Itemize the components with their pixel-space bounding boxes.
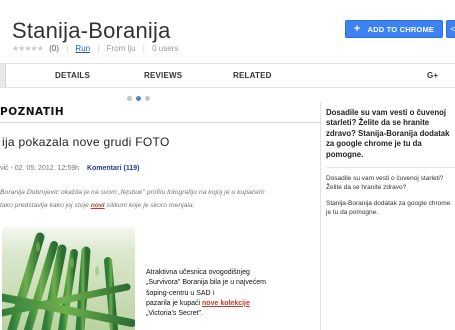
excerpt-line1: Boranija Dobrojević okačila je na svom „… — [0, 189, 265, 196]
carousel-dots — [127, 96, 150, 101]
plus-icon: + — [353, 23, 361, 35]
tab-bar: DETAILS REVIEWS RELATED G+ — [0, 63, 455, 88]
app-title: Stanija-Boranija — [12, 18, 171, 43]
green-beans-photo — [2, 227, 135, 330]
extension-description: Dosadile su vam vesti o čuvenoj starleti… — [326, 108, 450, 159]
rating-count: (0) — [49, 44, 59, 53]
section-title: POZNATIH — [0, 106, 65, 118]
share-button[interactable]: < — [446, 20, 455, 38]
article-line: „Survivora" Boranija bila je u najvećem — [146, 279, 266, 287]
excerpt-line2-end: silikoni koje je skoro menjala. — [104, 202, 195, 209]
tab-overview[interactable] — [0, 64, 6, 87]
rating-stars: ★★★★★ — [12, 44, 44, 53]
article-line: Atraktivna učesnica ovogodišnjeg — [146, 269, 250, 276]
meta-divider: | — [66, 44, 69, 53]
tab-details[interactable]: DETAILS — [55, 64, 90, 88]
app-meta: ★★★★★ (0) | Run | From lju | 0 users — [12, 44, 178, 53]
carousel-dot-active[interactable] — [136, 96, 141, 101]
screenshot-preview: POZNATIH ija pokazala nove grudi FOTO vi… — [0, 102, 321, 330]
add-to-chrome-label: ADD TO CHROME — [367, 24, 435, 34]
article-byline: vić - 02. 05. 2012. 12:59h Komentari (11… — [0, 165, 139, 172]
meta-divider: | — [97, 44, 100, 53]
carousel-dot[interactable] — [127, 96, 132, 101]
extension-description-panel: Dosadile su vam vesti o čuvenoj starleti… — [326, 108, 455, 224]
share-icon: < — [450, 24, 455, 34]
tab-reviews[interactable]: REVIEWS — [144, 64, 182, 88]
article-date: vić - 02. 05. 2012. 12:59h — [0, 165, 79, 172]
users-count: 0 users — [152, 44, 179, 53]
comments-link: Komentari (119) — [86, 165, 140, 172]
article-line: „Victoria's Secret". — [146, 310, 203, 318]
sidebar-divider — [326, 167, 455, 169]
meta-divider: | — [142, 44, 145, 53]
extension-question: Dosadile su vam vesti o čuvenoj starleti… — [326, 175, 444, 192]
article-line: pazarila je kupaći — [146, 299, 203, 307]
article-text: Atraktivna učesnica ovogodišnjeg „Surviv… — [146, 268, 318, 319]
extension-info: Stanija-Boranija dodatak za google chrom… — [326, 199, 451, 217]
section-divider — [0, 122, 320, 123]
run-link[interactable]: Run — [75, 44, 90, 53]
article-headline: ija pokazala nove grudi FOTO — [2, 135, 170, 149]
excerpt-line2: tako predstavlja kako joj stoje — [0, 202, 91, 209]
google-plus-button[interactable]: G+ — [427, 64, 438, 88]
detail-header: Stanija-Boranija ★★★★★ (0) | Run | From … — [0, 0, 455, 63]
article-excerpt: Boranija Dobrojević okačila je na svom „… — [0, 186, 316, 212]
from-label: From lju — [106, 44, 136, 53]
collection-link: nove kolekcije — [202, 299, 250, 307]
excerpt-link: novi — [90, 202, 105, 209]
carousel-dot[interactable] — [145, 96, 150, 101]
tab-related[interactable]: RELATED — [233, 64, 272, 88]
article-line: šoping-centru u SAD i — [146, 289, 215, 297]
add-to-chrome-button[interactable]: + ADD TO CHROME — [345, 20, 443, 38]
